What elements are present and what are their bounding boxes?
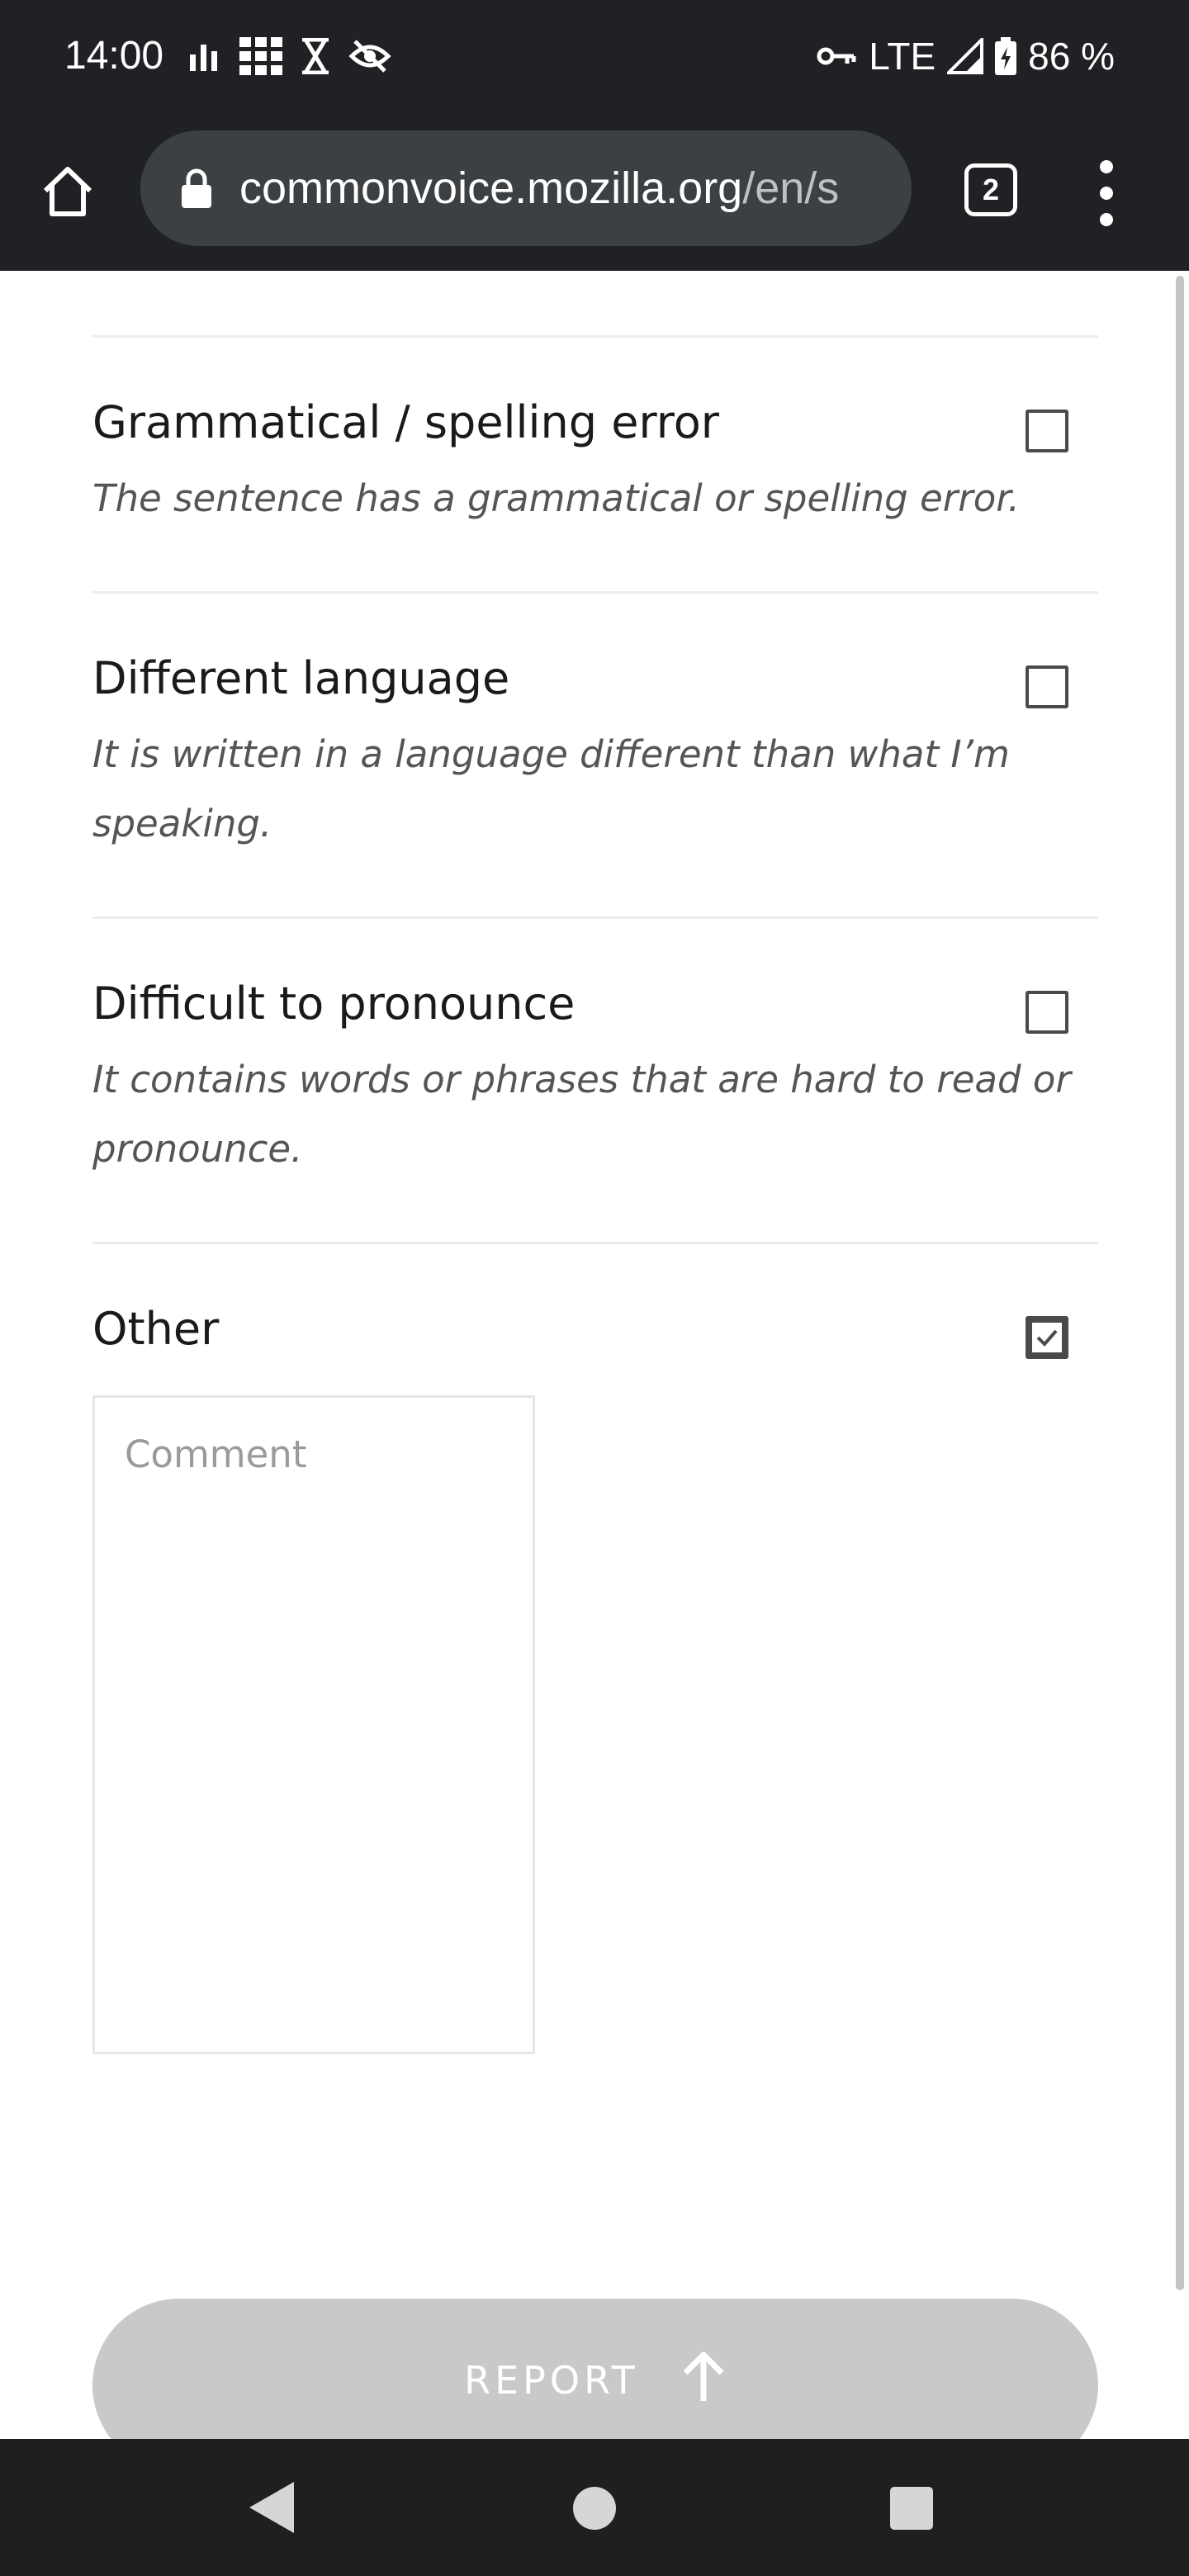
- vpn-key-icon: [817, 47, 856, 65]
- system-nav-bar: [0, 2439, 1189, 2576]
- recent-apps-icon[interactable]: [890, 2487, 933, 2530]
- hourglass-icon: [302, 38, 329, 74]
- address-bar[interactable]: commonvoice.mozilla.org/en/s: [140, 130, 912, 246]
- status-system-icons: LTE 86 %: [816, 33, 1115, 79]
- divider: [92, 335, 1098, 338]
- network-type: LTE: [869, 35, 936, 78]
- status-notification-icons: [188, 33, 391, 79]
- eye-off-icon: [348, 40, 391, 73]
- url-path: /en/s: [742, 163, 840, 213]
- status-time: 14:00: [64, 34, 164, 78]
- option-title-pronounce: Difficult to pronounce: [92, 978, 576, 1030]
- report-button-label: REPORT: [464, 2358, 639, 2403]
- page-scrollbar[interactable]: [1176, 276, 1184, 2290]
- nav-home-icon[interactable]: [573, 2487, 616, 2530]
- cell-signal-icon: [947, 38, 984, 74]
- tab-switcher-button[interactable]: 2: [964, 163, 1017, 216]
- option-title-language: Different language: [92, 652, 510, 704]
- option-title-other: Other: [92, 1303, 220, 1355]
- lock-icon: [178, 165, 215, 211]
- home-button[interactable]: [33, 157, 102, 226]
- option-desc-grammar: The sentence has a grammatical or spelli…: [92, 476, 1020, 520]
- browser-toolbar: commonvoice.mozilla.org/en/s 2: [0, 111, 1189, 271]
- status-bar: 14:00 LTE 86 %: [0, 0, 1189, 111]
- checkbox-pronounce[interactable]: [1026, 991, 1068, 1034]
- checkmark-icon: [1036, 1329, 1058, 1347]
- option-desc-pronounce: It contains words or phrases that are ha…: [92, 1058, 1071, 1171]
- checkbox-other[interactable]: [1026, 1316, 1068, 1359]
- tab-count: 2: [982, 173, 1000, 206]
- comment-textarea[interactable]: [92, 1395, 535, 2054]
- checkbox-grammar[interactable]: [1026, 410, 1068, 452]
- back-icon[interactable]: [248, 2480, 296, 2535]
- url-host: commonvoice.mozilla.org: [239, 163, 743, 213]
- battery-percent: 86 %: [1028, 35, 1115, 78]
- report-button[interactable]: REPORT: [92, 2299, 1098, 2439]
- battery-charging-icon: [995, 37, 1017, 75]
- checkbox-language[interactable]: [1026, 665, 1068, 708]
- grid-icon: [239, 37, 282, 75]
- url-text: commonvoice.mozilla.org/en/s: [239, 163, 839, 214]
- divider: [92, 1242, 1098, 1244]
- more-menu-icon[interactable]: [1090, 160, 1123, 226]
- report-form: Grammatical / spelling error The sentenc…: [0, 271, 1189, 2439]
- arrow-up-icon: [683, 2351, 724, 2401]
- divider: [92, 916, 1098, 919]
- home-icon: [43, 167, 92, 216]
- option-title-grammar: Grammatical / spelling error: [92, 396, 719, 448]
- signal-bars-icon: [190, 45, 217, 71]
- divider: [92, 591, 1098, 594]
- option-desc-language: It is written in a language different th…: [92, 732, 1010, 845]
